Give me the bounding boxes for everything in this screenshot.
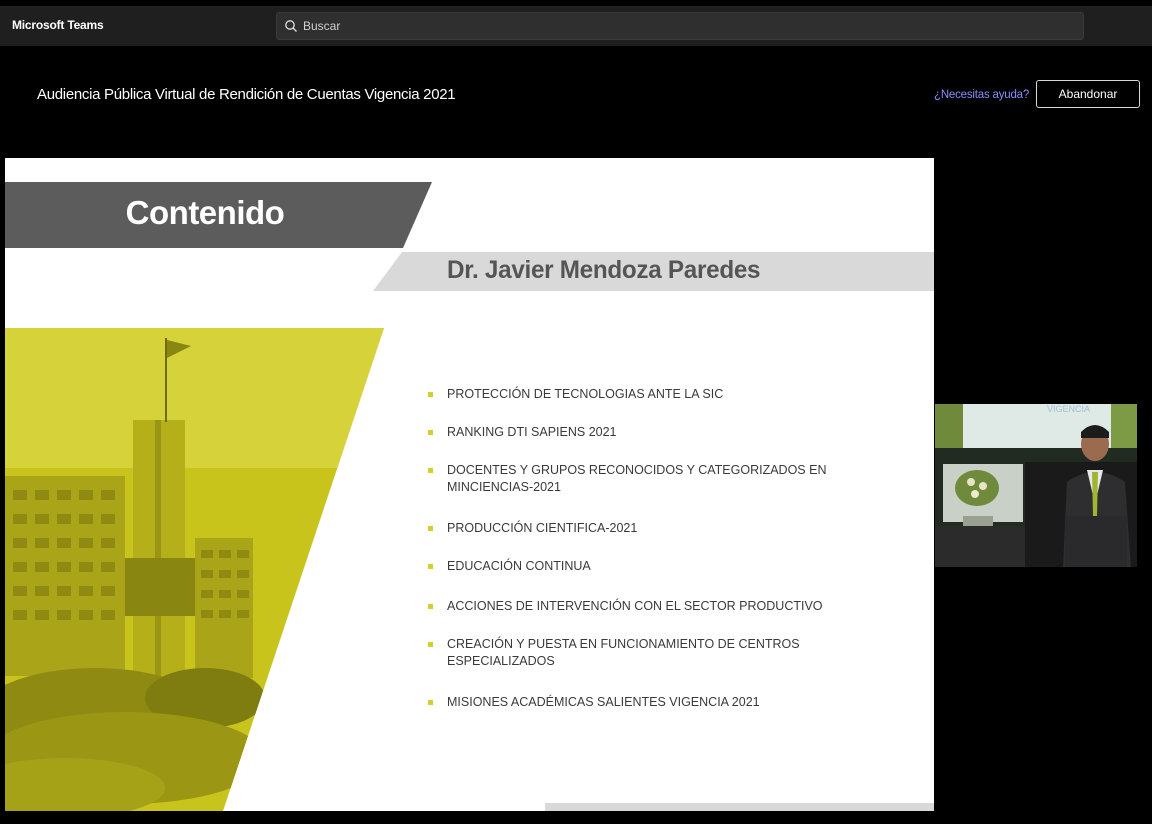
app-title: Microsoft Teams	[12, 18, 104, 32]
list-item: EDUCACIÓN CONTINUA	[425, 558, 845, 575]
campus-photo	[5, 328, 384, 811]
search-input[interactable]	[303, 13, 1063, 39]
list-item-text: MISIONES ACADÉMICAS SALIENTES VIGENCIA 2…	[447, 695, 760, 709]
list-item-text: EDUCACIÓN CONTINUA	[447, 559, 591, 573]
bullet-marker	[428, 604, 433, 609]
slide-heading: Contenido	[125, 194, 285, 231]
list-item: PROTECCIÓN DE TECNOLOGIAS ANTE LA SIC	[425, 386, 845, 403]
help-link[interactable]: ¿Necesitas ayuda?	[934, 89, 1029, 101]
participant-video[interactable]: VIGENCIA	[935, 404, 1137, 567]
bullet-marker	[428, 430, 433, 435]
list-item: MISIONES ACADÉMICAS SALIENTES VIGENCIA 2…	[425, 694, 845, 711]
list-item-text: DOCENTES Y GRUPOS RECONOCIDOS Y CATEGORI…	[447, 463, 827, 494]
search-box[interactable]	[276, 12, 1084, 40]
participant-video-frame: VIGENCIA	[935, 404, 1137, 567]
list-item-text: CREACIÓN Y PUESTA EN FUNCIONAMIENTO DE C…	[447, 637, 800, 668]
bullet-marker	[428, 468, 433, 473]
list-item: RANKING DTI SAPIENS 2021	[425, 424, 845, 441]
teams-title-bar: Microsoft Teams	[0, 6, 1152, 46]
list-item-text: RANKING DTI SAPIENS 2021	[447, 425, 617, 439]
bullet-marker	[428, 526, 433, 531]
list-item-text: ACCIONES DE INTERVENCIÓN CON EL SECTOR P…	[447, 599, 823, 613]
video-backdrop-text: VIGENCIA	[1047, 404, 1090, 414]
list-item: PRODUCCIÓN CIENTIFICA-2021	[425, 520, 845, 537]
meeting-title: Audiencia Pública Virtual de Rendición d…	[37, 86, 456, 103]
bullet-marker	[428, 642, 433, 647]
bullet-marker	[428, 564, 433, 569]
search-icon	[285, 20, 297, 32]
presenter-name: Dr. Javier Mendoza Paredes	[447, 256, 761, 284]
list-item-text: PRODUCCIÓN CIENTIFICA-2021	[447, 521, 638, 535]
bullet-marker	[428, 392, 433, 397]
list-item: CREACIÓN Y PUESTA EN FUNCIONAMIENTO DE C…	[425, 636, 825, 670]
list-item: ACCIONES DE INTERVENCIÓN CON EL SECTOR P…	[425, 598, 845, 615]
bullet-marker	[428, 700, 433, 705]
list-item: DOCENTES Y GRUPOS RECONOCIDOS Y CATEGORI…	[425, 462, 835, 496]
shared-slide: Contenido Dr. Javier Mendoza Paredes PRO…	[5, 158, 934, 811]
list-item-text: PROTECCIÓN DE TECNOLOGIAS ANTE LA SIC	[447, 387, 724, 401]
leave-button[interactable]: Abandonar	[1036, 80, 1140, 108]
